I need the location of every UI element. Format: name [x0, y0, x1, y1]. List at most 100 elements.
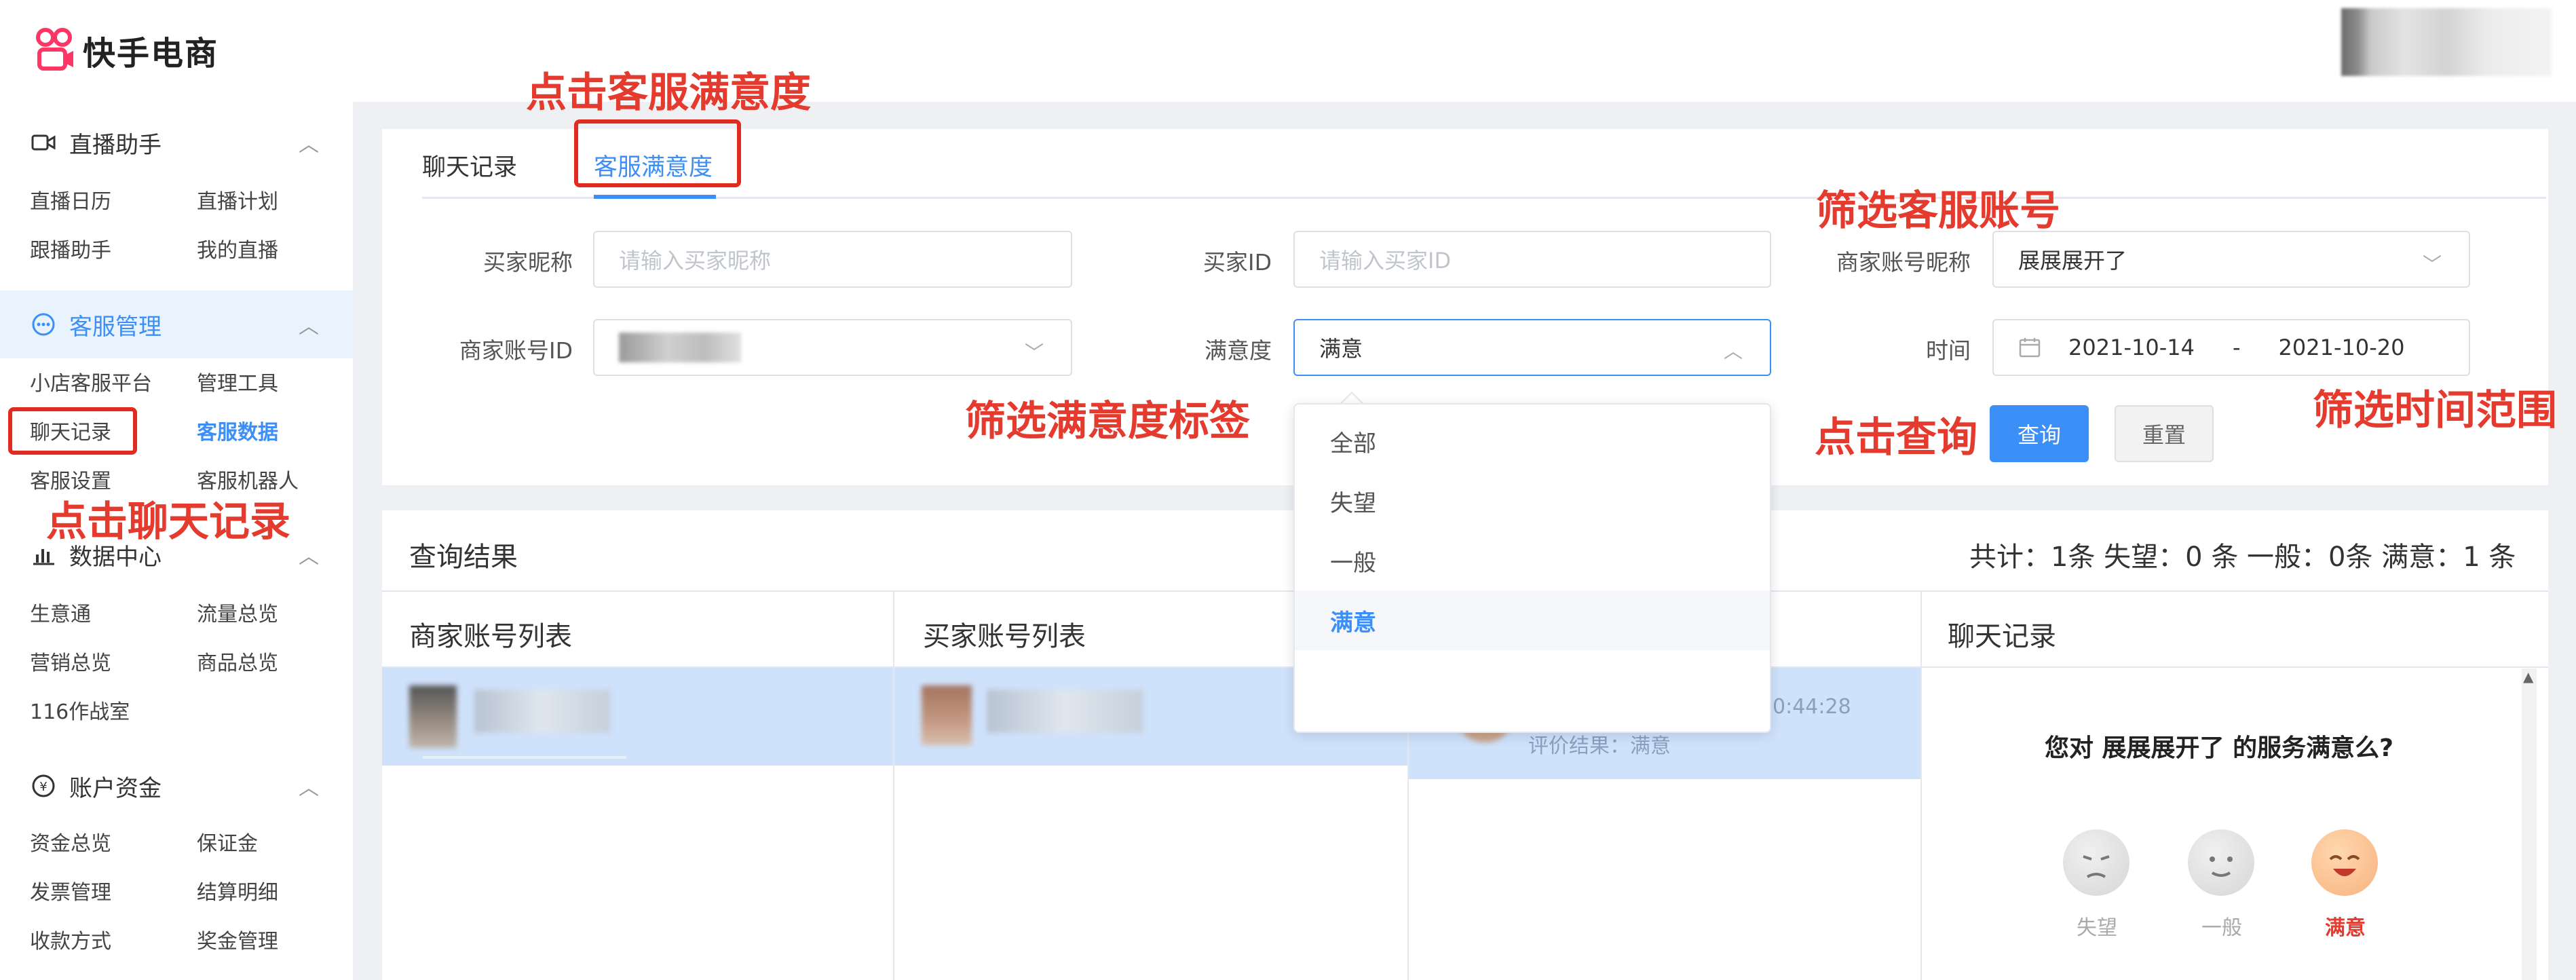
tab-divider [422, 197, 2546, 199]
annotation-click-query: 点击查询 [1815, 414, 1977, 461]
dropdown-option-neutral[interactable]: 一般 [1295, 531, 1770, 590]
buyer-list-header: 买家账号列表 [923, 621, 1086, 652]
blurred-merchant-name [474, 690, 610, 733]
sidebar-item-management-tools[interactable]: 管理工具 [197, 366, 278, 396]
time-label: 时间 [1926, 337, 1971, 364]
dropdown-option-disappointed[interactable]: 失望 [1295, 471, 1770, 531]
kuaishou-logo-icon [36, 28, 73, 71]
merchant-avatar [409, 685, 457, 748]
buyer-avatar [922, 685, 972, 745]
sidebar-item-settlement[interactable]: 结算明细 [197, 875, 278, 905]
annotation-filter-satisfaction: 筛选满意度标签 [965, 398, 1250, 445]
chevron-up-icon: ︿ [299, 133, 319, 157]
buyer-id-label: 买家ID [1202, 249, 1272, 276]
sidebar-item-traffic-overview[interactable]: 流量总览 [197, 597, 278, 627]
chat-scrollbar[interactable]: ▲ [2522, 668, 2537, 980]
sidebar-item-marketing-overview[interactable]: 营销总览 [30, 646, 111, 676]
sidebar-item-deposit[interactable]: 保证金 [197, 827, 258, 856]
merchant-list-item[interactable] [382, 668, 893, 766]
sidebar-item-my-live[interactable]: 我的直播 [197, 233, 278, 263]
sidebar-item-live-plan[interactable]: 直播计划 [197, 185, 278, 214]
sidebar-item-invoice[interactable]: 发票管理 [30, 875, 111, 905]
scroll-up-icon[interactable]: ▲ [2523, 668, 2533, 685]
chevron-up-icon: ︿ [299, 315, 319, 339]
date-range-picker[interactable]: 2021-10-14 - 2021-10-20 [1992, 319, 2470, 376]
annotation-filter-account: 筛选客服账号 [1816, 187, 2060, 235]
sidebar-section-account-funds[interactable]: ¥ 账户资金 ︿ [0, 752, 353, 820]
sidebar-section-live[interactable]: 直播助手 ︿ [0, 109, 353, 176]
neutral-label: 一般 [2201, 916, 2242, 940]
buyer-id-input[interactable]: 请输入买家ID [1293, 231, 1771, 288]
sidebar-item-live-calendar[interactable]: 直播日历 [30, 185, 111, 214]
neutral-face-icon[interactable] [2188, 829, 2254, 896]
top-header: 快手电商 [0, 0, 2576, 102]
sidebar-item-war-room[interactable]: 116作战室 [30, 695, 130, 725]
results-title: 查询结果 [409, 542, 518, 573]
sidebar-section-customer-service[interactable]: 客服管理 ︿ [0, 290, 353, 358]
date-start[interactable]: 2021-10-14 [2068, 335, 2195, 360]
annotation-box-satisfaction-tab [574, 119, 741, 187]
chat-record-header: 聊天记录 [1948, 621, 2056, 652]
svg-text:¥: ¥ [39, 780, 47, 794]
sidebar-section-title: 客服管理 [69, 313, 162, 341]
tab-active-indicator [594, 195, 716, 199]
sidebar-item-business[interactable]: 生意通 [30, 597, 91, 627]
merchant-nick-value: 展展展开了 [2018, 248, 2127, 274]
satisfaction-label: 满意度 [1205, 337, 1272, 364]
sidebar-item-cs-data[interactable]: 客服数据 [197, 415, 278, 445]
merchant-nick-select[interactable]: 展展展开了 ﹀ [1992, 231, 2470, 288]
sidebar-item-product-overview[interactable]: 商品总览 [197, 646, 278, 676]
sidebar-item-funds-overview[interactable]: 资金总览 [30, 827, 111, 856]
user-avatar[interactable] [2341, 8, 2552, 76]
chevron-up-icon: ︿ [299, 776, 319, 800]
satisfaction-select[interactable]: 满意 ︿ [1293, 319, 1771, 376]
annotation-box-chat-records [8, 407, 137, 455]
video-camera-icon [31, 134, 56, 151]
yen-coin-icon: ¥ [32, 774, 55, 797]
dropdown-option-satisfied[interactable]: 满意 [1295, 590, 1770, 650]
chevron-down-icon: ﹀ [2422, 253, 2442, 276]
results-summary: 共计：1条 失望：0 条 一般：0条 满意：1 条 [1969, 542, 2516, 573]
chevron-up-icon: ︿ [1723, 340, 1743, 362]
calendar-icon [2019, 338, 2041, 358]
reset-button[interactable]: 重置 [2115, 405, 2214, 462]
annotation-click-satisfaction: 点击客服满意度 [526, 69, 811, 117]
tab-chat-records[interactable]: 聊天记录 [422, 148, 517, 183]
merchant-nick-label: 商家账号昵称 [1836, 249, 1971, 276]
app-title: 快手电商 [83, 35, 219, 73]
buyer-nick-input[interactable]: 请输入买家昵称 [593, 231, 1072, 288]
annotation-click-chat: 点击聊天记录 [46, 498, 290, 546]
brand-logo[interactable]: 快手电商 [35, 26, 219, 75]
sidebar-item-live-assistant[interactable]: 跟播助手 [30, 233, 111, 263]
sidebar-item-bonus[interactable]: 奖金管理 [197, 924, 278, 954]
sidebar-section-title: 账户资金 [69, 774, 162, 802]
annotation-filter-time: 筛选时间范围 [2313, 387, 2557, 434]
divider [423, 756, 626, 759]
satisfied-face-icon[interactable] [2311, 829, 2378, 896]
chevron-down-icon: ﹀ [1024, 341, 1044, 364]
merchant-id-label: 商家账号ID [459, 337, 573, 364]
date-end[interactable]: 2021-10-20 [2279, 335, 2405, 360]
chat-result: 评价结果：满意 [1528, 734, 1671, 758]
chat-bubble-icon [32, 313, 55, 336]
column-separator [1920, 590, 1922, 980]
sidebar-item-store-cs-platform[interactable]: 小店客服平台 [30, 366, 152, 396]
buyer-nick-label: 买家昵称 [483, 249, 573, 276]
merchant-id-select[interactable]: ﹀ [593, 319, 1072, 376]
disappointed-face-icon[interactable] [2063, 829, 2129, 896]
column-separator [893, 590, 894, 980]
sidebar-section-title: 直播助手 [69, 131, 162, 159]
chat-time: 0:44:28 [1773, 695, 1851, 719]
blurred-merchant-id [619, 333, 741, 362]
survey-question: 您对 展展展开了 的服务满意么? [2045, 734, 2393, 762]
disappointed-label: 失望 [2077, 916, 2117, 940]
chevron-up-icon: ︿ [299, 545, 319, 569]
satisfaction-value: 满意 [1319, 336, 1363, 362]
satisfied-label: 满意 [2325, 916, 2366, 940]
sidebar-item-payment-method[interactable]: 收款方式 [30, 924, 111, 954]
merchant-list-header: 商家账号列表 [409, 621, 572, 652]
dropdown-option-all[interactable]: 全部 [1295, 411, 1770, 471]
satisfaction-dropdown: 全部 失望 一般 满意 [1293, 403, 1771, 733]
query-button[interactable]: 查询 [1990, 405, 2089, 462]
blurred-buyer-name [987, 690, 1143, 733]
